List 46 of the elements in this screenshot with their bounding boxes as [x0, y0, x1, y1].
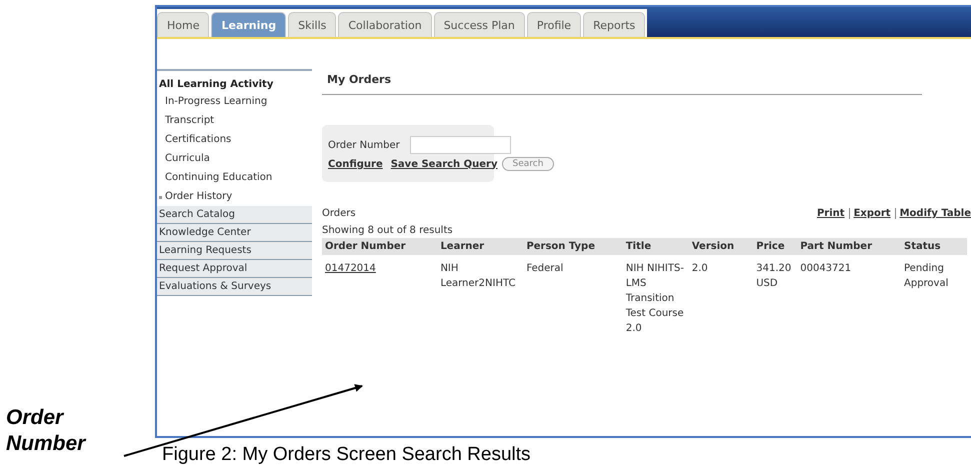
column-header: Person Type: [523, 238, 623, 255]
tab[interactable]: Skills: [288, 12, 336, 37]
annotation-label: Order Number: [6, 405, 88, 457]
figure-caption: Figure 2: My Orders Screen Search Results: [162, 444, 531, 466]
column-header: Price: [753, 238, 798, 255]
table-cell: Federal: [523, 255, 623, 342]
tab[interactable]: Success Plan: [434, 12, 525, 37]
page-title: My Orders: [322, 69, 922, 95]
field-label: Order Number: [328, 140, 400, 150]
table-cell: Pending Approval: [901, 255, 967, 342]
table-cell: 2.0: [688, 255, 754, 342]
sidebar-item[interactable]: Curricula: [157, 149, 312, 168]
table-cell: 00043721: [797, 255, 901, 342]
sidebar-section[interactable]: Knowledge Center: [157, 224, 312, 242]
link[interactable]: Configure: [328, 158, 383, 170]
sidebar-section[interactable]: Search Catalog: [157, 206, 312, 224]
sidebar-item[interactable]: Transcript: [157, 111, 312, 130]
link[interactable]: Export: [854, 208, 891, 219]
section-title: Orders: [322, 208, 356, 219]
table-cell: 341.20 USD: [753, 255, 798, 342]
link[interactable]: Save Search Query: [390, 158, 498, 170]
table-cell: NIH Learner2NIHTC: [437, 255, 524, 342]
sidebar-section[interactable]: Evaluations & Surveys: [157, 278, 312, 296]
link[interactable]: Print: [816, 208, 845, 219]
order-link[interactable]: 01472014: [325, 263, 376, 274]
input-field[interactable]: [410, 136, 511, 154]
column-header: Order Number: [322, 238, 438, 255]
tab[interactable]: Profile: [526, 12, 582, 37]
sidebar-item[interactable]: Certifications: [157, 130, 312, 149]
column-header: Title: [622, 238, 689, 255]
column-header: Status: [901, 238, 967, 255]
sidebar-heading[interactable]: All Learning Activity: [157, 77, 312, 92]
column-header: Version: [688, 238, 754, 255]
column-header: Learner: [437, 238, 524, 255]
link[interactable]: Modify Table: [900, 208, 971, 219]
sidebar-item[interactable]: Order History: [157, 187, 312, 206]
sidebar-item[interactable]: In-Progress Learning: [157, 92, 312, 111]
table-cell: NIH NIHITS-LMS Transition Test Course 2.0: [622, 255, 689, 342]
tab[interactable]: Reports: [583, 12, 646, 37]
tab[interactable]: Home: [157, 12, 210, 37]
column-header: Part Number: [797, 238, 901, 255]
tab[interactable]: Collaboration: [338, 12, 432, 37]
sidebar-item[interactable]: Continuing Education: [157, 168, 312, 187]
sidebar-section[interactable]: Learning Requests: [157, 242, 312, 260]
results-count: Showing 8 out of 8 results: [322, 225, 454, 236]
sidebar-section[interactable]: Request Approval: [157, 260, 312, 278]
